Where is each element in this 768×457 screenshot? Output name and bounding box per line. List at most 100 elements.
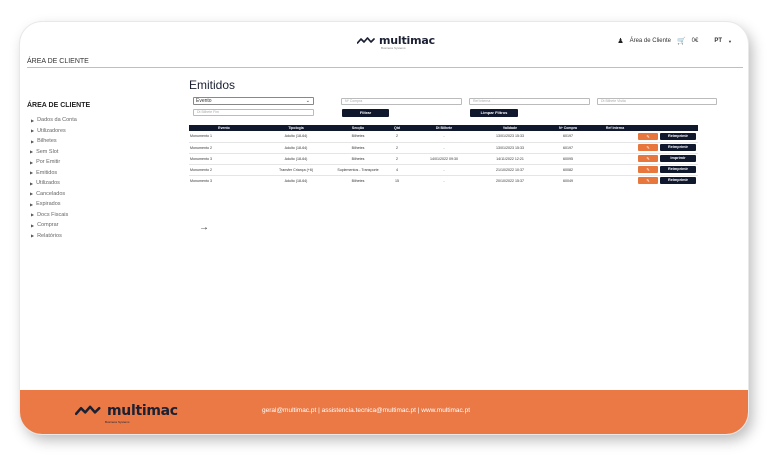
cell-compra: 60082 [543,163,593,175]
print-button[interactable]: Reimprimir [660,177,696,185]
cell-evento: Monumento 1 [190,134,212,139]
cell-dt: - [411,141,477,153]
cell-compra: 60197 [543,141,593,153]
sidebar-item-utilizados[interactable]: ▶ Utilizados [27,178,157,189]
header-logo[interactable]: multimac Business Systems [357,34,435,50]
language-selector[interactable]: PT [714,38,722,44]
sidebar-item-label: Dados da Conta [37,117,77,124]
cell-qtd: 2 [383,152,411,164]
sidebar-item-label: Docs Fiscais [37,211,69,218]
pencil-icon[interactable]: ✎ [638,132,658,140]
cell-evento: Monumento 2 [189,141,259,153]
cell-qtd: 15 [383,174,411,186]
caret-right-icon: ▶ [31,138,35,144]
event-select-value: Evento [196,98,212,104]
multimac-logo-icon [357,36,375,44]
caret-right-icon: ▶ [30,149,34,155]
cell-actions: ✎ Reimprimir [637,141,698,153]
cell-actions: ✎ Reimprimir [637,163,698,175]
event-select[interactable]: Evento ⌄ [193,97,314,105]
sidebar-item-relat-rios[interactable]: ▶ Relatórios [27,231,157,242]
sidebar-item-utilizadores[interactable]: ▶ Utilizadores [27,126,157,137]
cell-evento: Monumento 3 [189,152,259,164]
cart-icon[interactable]: 🛒 [677,37,686,45]
row-actions: ✎ Reimprimir [638,132,697,140]
cell-evento: Monumento 2 [189,163,259,175]
sidebar-item-label: Relatórios [37,232,62,239]
cell-actions: ✎ Reimprimir [637,174,698,186]
top-bar: multimac Business Systems ♟ Área de Clie… [20,22,748,66]
cell-ref [593,174,637,186]
clear-filters-button[interactable]: Limpar Filtros [470,109,518,117]
header-actions: ♟ Área de Cliente 🛒 0€ PT ▼ [617,37,732,45]
chevron-down-icon: ▼ [728,38,732,44]
sidebar-item-comprar[interactable]: ▶ Comprar [27,220,157,231]
visit-date-input[interactable]: Dt Bilhete Visita [597,98,717,105]
print-button[interactable]: Reimprimir [660,166,696,173]
sidebar-item-cancelados[interactable]: ▶ Cancelados [27,189,157,200]
caret-right-icon: ▶ [31,117,35,123]
cell-seccao: Bilhetes [333,141,383,153]
purchase-number-input[interactable]: Nº Compra [341,98,462,105]
sidebar-items: ▶ Dados da Conta ▶ Utilizadores ▶ Bilhetes ▶ Se… [27,115,157,241]
table-row: Monumento 3 Adulto (18-64) Bilhetes 15-20/1… [189,174,698,186]
cell-ref [593,141,637,153]
sidebar-item-expirados[interactable]: ▶ Expirados [27,199,157,210]
cell-validade: 20/10/2022 15:37 [477,174,543,186]
sidebar-item-label: Bilhetes [37,138,57,145]
cell-actions: ✎ Imprimir [637,152,698,164]
divider [27,67,743,68]
sidebar-item-label: Emitidos [36,169,58,176]
cell-validade: 13/01/2023 15:33 [496,134,524,139]
row-actions: ✎ Reimprimir [638,166,697,173]
next-arrow-icon[interactable]: → [199,222,209,233]
footer-logo[interactable]: multimac Business Systems [75,403,178,424]
cell-actions: ✎ Reimprimir [637,131,698,142]
page-title: Emitidos [189,78,236,92]
cell-seccao: Bilhetes [333,152,383,164]
print-button[interactable]: Reimprimir [660,132,696,140]
end-date-input[interactable]: Dt Bilhete Fim [193,109,314,116]
pencil-icon[interactable]: ✎ [638,155,658,162]
cell-tipologia: Transfer Criança (+6) [259,163,333,175]
sidebar-item-docs-fiscais[interactable]: ▶ Docs Fiscais [27,210,157,221]
footer: multimac Business Systems geral@multimac… [20,390,748,434]
filter-button[interactable]: Filtrar [342,109,389,117]
pencil-icon[interactable]: ✎ [638,177,658,185]
row-actions: ✎ Imprimir [638,155,697,162]
cell-tipologia: Adulto (18-64) [259,174,333,186]
sidebar-item-sem-slot[interactable]: ▶ Sem Slot [27,147,157,158]
cell-validade: 21/10/2022 10:37 [477,163,543,175]
internal-ref-input[interactable]: Ref Interna [469,98,590,105]
footer-brand-tagline: Business Systems [105,420,130,424]
table-body: Monumento 1 Adulto (18-64) Bilhetes 2-13/01… [189,131,698,186]
row-actions: ✎ Reimprimir [638,177,697,185]
sidebar-item-label: Cancelados [36,190,66,197]
cell-seccao: Suplementos - Transporte [333,163,383,175]
cell-compra: 60049 [543,174,593,186]
table-row: Monumento 2 Transfer Criança (+6) Suplemen… [189,163,698,175]
sidebar-item-bilhetes[interactable]: ▶ Bilhetes [27,136,157,147]
caret-right-icon: ▶ [31,128,35,134]
cell-tipologia: Adulto (18-64) [259,152,333,164]
account-link[interactable]: Área de Cliente [630,38,671,44]
cell-ref [593,163,637,175]
filters: Evento ⌄ Nº Compra Ref Interna Dt Bilhet… [189,97,717,119]
caret-right-icon: ▶ [31,222,35,228]
page-label: ÁREA DE CLIENTE [27,58,89,65]
sidebar-title: ÁREA DE CLIENTE [27,102,91,109]
pencil-icon[interactable]: ✎ [638,144,658,151]
sidebar-item-dados-da-conta[interactable]: ▶ Dados da Conta [27,115,157,126]
cell-qtd: 2 [396,134,398,139]
print-button[interactable]: Imprimir [660,155,696,162]
pencil-icon[interactable]: ✎ [638,166,658,173]
caret-right-icon: ▶ [30,191,34,197]
sidebar-item-emitidos[interactable]: ▶ Emitidos [27,168,157,179]
app-window: multimac Business Systems ♟ Área de Clie… [20,22,748,434]
cell-validade: 14/11/2022 12:21 [477,152,543,164]
table-row: Monumento 2 Adulto (18-64) Bilhetes 2-13/01… [189,141,698,153]
cell-dt: - [411,163,477,175]
sidebar-item-por-emitir[interactable]: ▶ Por Emitir [27,157,157,168]
print-button[interactable]: Reimprimir [660,144,696,151]
footer-contact-links[interactable]: geral@multimac.pt | assistencia.tecnica@… [262,407,470,414]
